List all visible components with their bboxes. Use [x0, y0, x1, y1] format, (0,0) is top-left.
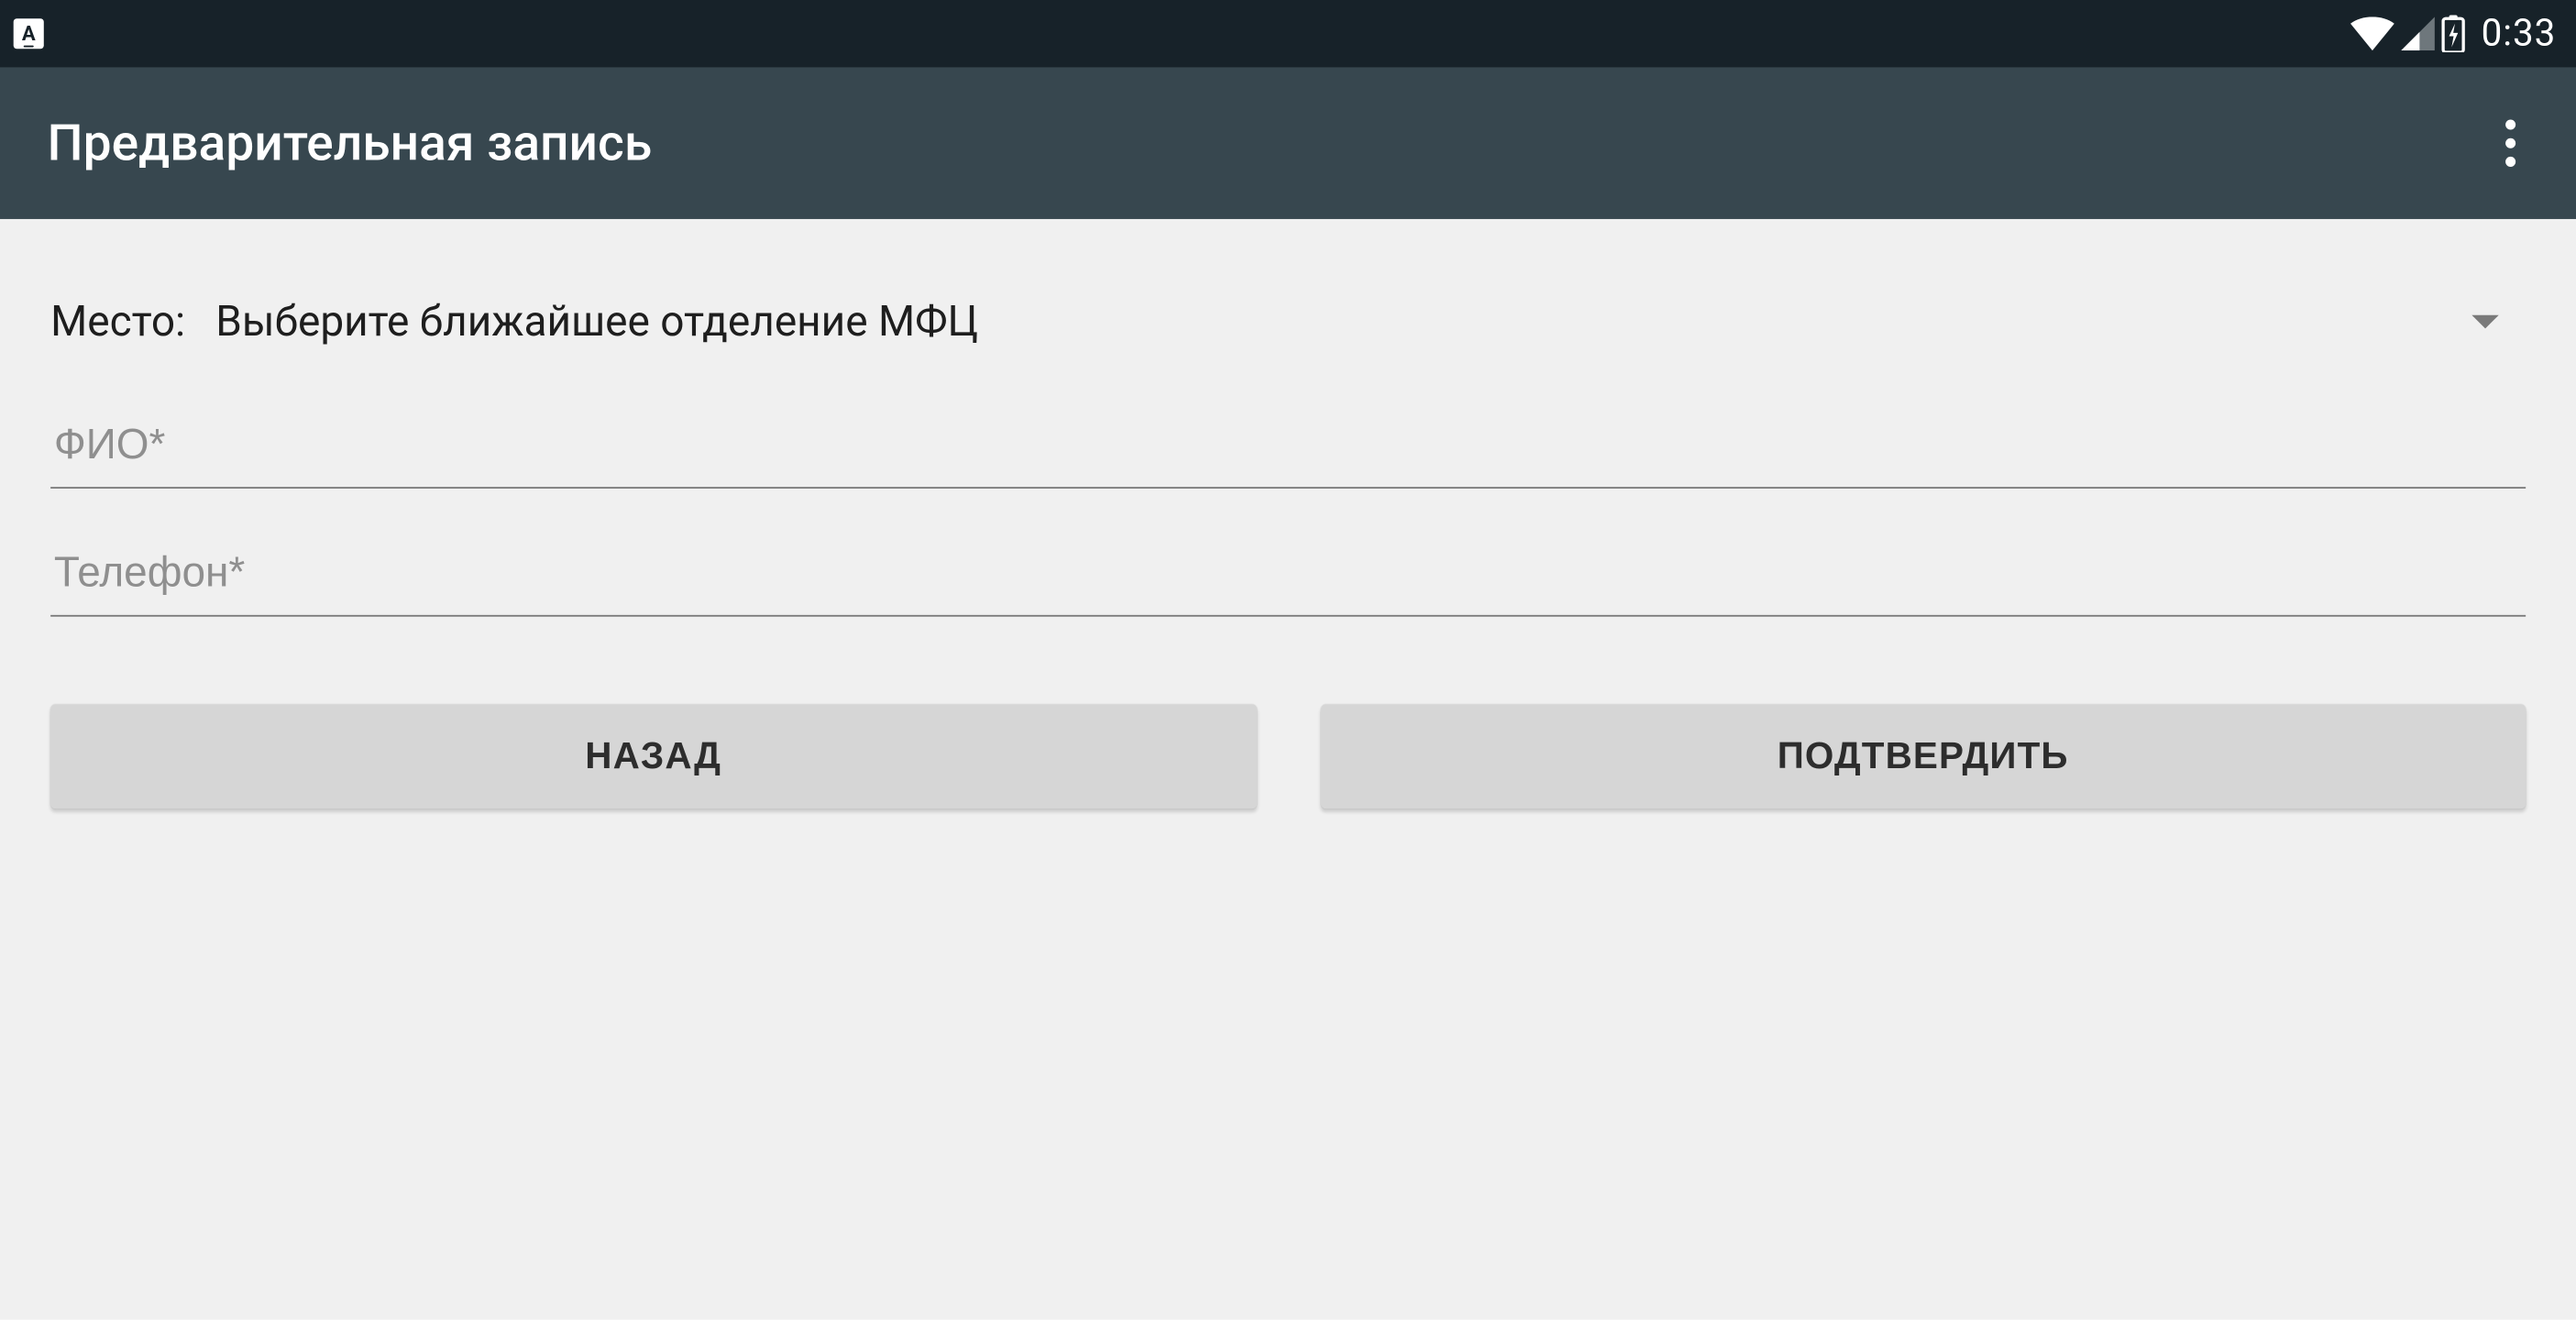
chevron-down-icon — [2471, 315, 2498, 329]
status-clock: 0:33 — [2482, 13, 2557, 55]
status-right: 0:33 — [2350, 13, 2556, 55]
wifi-icon — [2350, 16, 2394, 50]
back-button[interactable]: НАЗАД — [50, 704, 1256, 808]
status-bar: A 0:33 — [0, 0, 2576, 68]
cell-signal-icon — [2400, 16, 2434, 50]
overflow-menu-button[interactable] — [2487, 109, 2534, 177]
phone-input[interactable] — [50, 519, 2526, 617]
page-title: Предварительная запись — [47, 114, 652, 172]
place-label: Место: — [50, 297, 185, 346]
form-content: Место: Выберите ближайшее отделение МФЦ … — [0, 219, 2576, 808]
confirm-button[interactable]: ПОДТВЕРДИТЬ — [1320, 704, 2526, 808]
battery-charging-icon — [2440, 16, 2464, 52]
keyboard-language-icon: A — [14, 18, 44, 49]
app-bar: Предварительная запись — [0, 68, 2576, 219]
place-dropdown[interactable]: Место: Выберите ближайшее отделение МФЦ — [50, 286, 2526, 357]
place-value: Выберите ближайшее отделение МФЦ — [215, 297, 2441, 346]
status-left: A — [14, 18, 44, 49]
fio-input[interactable] — [50, 390, 2526, 489]
